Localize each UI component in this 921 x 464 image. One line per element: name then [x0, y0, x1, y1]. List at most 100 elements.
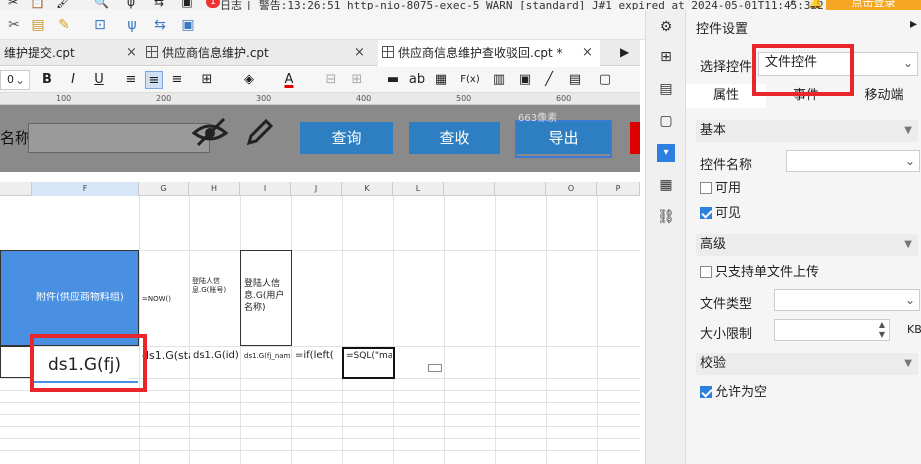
section-advanced[interactable]: 高级 ▼	[696, 234, 918, 256]
close-icon[interactable]: ×	[126, 40, 137, 66]
bold-button[interactable]: B	[38, 71, 56, 89]
insert-row-icon[interactable]: ▬	[384, 71, 402, 89]
border-icon[interactable]: ⊞	[198, 71, 216, 89]
login-username-cell[interactable]: 登陆人信息.G(用户名称)	[244, 278, 290, 314]
column-header-cell[interactable]: J	[291, 182, 342, 196]
panel-close-icon[interactable]: ▸	[910, 16, 917, 32]
cell-attr-icon[interactable]: ▤	[657, 80, 675, 98]
paste-tool-icon[interactable]: ▤	[30, 17, 46, 33]
column-header-cell[interactable]: H	[189, 182, 240, 196]
close-icon[interactable]: ×	[354, 40, 365, 66]
cut-icon[interactable]: ✂	[6, 0, 20, 8]
tab-supplier-maintain[interactable]: 供应商信息维护.cpt ×	[142, 40, 372, 66]
text-color-button[interactable]: A	[280, 71, 298, 89]
section-basic[interactable]: 基本 ▼	[696, 120, 918, 142]
merge-icon[interactable]: ⊟	[322, 71, 340, 89]
widget-panel-icon[interactable]: ⊞	[657, 48, 675, 66]
format-painter-icon[interactable]: ✎	[56, 17, 72, 33]
subreport-icon[interactable]: ▤	[566, 71, 584, 89]
query-button[interactable]: 查询	[300, 122, 393, 154]
plugin-icon[interactable]: ψ	[124, 0, 138, 8]
control-name-input[interactable]: ⌄	[786, 150, 920, 172]
formula-button[interactable]: F(x)	[458, 71, 482, 89]
login-account-cell[interactable]: 登陆人信息.G(账号)	[192, 277, 238, 295]
align-left-icon[interactable]: ≡	[122, 71, 140, 89]
name-input[interactable]	[28, 123, 210, 153]
slash-icon[interactable]: ╱	[540, 71, 558, 89]
picture-icon[interactable]: ▣	[516, 71, 534, 89]
column-header-cell[interactable]: F	[32, 182, 139, 196]
column-header-cell[interactable]: I	[240, 182, 291, 196]
split-icon[interactable]: ⊞	[348, 71, 366, 89]
image-icon[interactable]: ▣	[180, 17, 196, 33]
tab-mobile[interactable]: 移动端	[846, 84, 921, 108]
visible-checkbox[interactable]: 可见	[700, 207, 741, 221]
column-header-cell[interactable]	[444, 182, 495, 196]
column-header-cell[interactable]: O	[546, 182, 597, 196]
more-insert-icon[interactable]: ▢	[596, 71, 614, 89]
if-cell[interactable]: =if(left(	[295, 350, 341, 362]
close-icon[interactable]: ×	[582, 40, 593, 66]
style-icon[interactable]: ▦	[657, 176, 675, 194]
panel-title: 控件设置	[696, 22, 749, 37]
exchange-icon[interactable]: ⇆	[152, 17, 168, 33]
underline-button[interactable]: U	[90, 71, 108, 89]
frame-icon[interactable]: ▢	[657, 112, 675, 130]
italic-button[interactable]: I	[64, 71, 82, 89]
report-grid[interactable]: F G H I J K L O P 附件(供应商物料组) =NOW() 登陆人信…	[0, 182, 640, 464]
allow-empty-checkbox[interactable]: 允许为空	[700, 386, 767, 400]
notification-badge[interactable]: 1	[206, 0, 220, 8]
red-button[interactable]	[630, 122, 640, 154]
single-upload-checkbox[interactable]: 只支持单文件上传	[700, 266, 819, 280]
ruler-mark: 600	[556, 94, 572, 103]
align-right-icon[interactable]: ≡	[168, 71, 186, 89]
tab-maintain-submit[interactable]: 维护提交.cpt ×	[0, 40, 140, 66]
header-cell[interactable]: 附件(供应商物料组)	[36, 292, 140, 304]
file-type-dropdown[interactable]: ⌄	[774, 289, 920, 311]
tab-list-icon[interactable]: ▶	[620, 45, 629, 59]
swap-icon[interactable]: ⇆	[152, 0, 166, 8]
cell-widget-icon[interactable]	[428, 364, 442, 372]
text-button[interactable]: ab	[408, 71, 426, 89]
now-cell[interactable]: =NOW()	[142, 295, 188, 304]
insert-cell-icon[interactable]: ▦	[432, 71, 450, 89]
usable-checkbox[interactable]: 可用	[700, 182, 741, 196]
file-type-label: 文件类型	[700, 297, 753, 312]
section-validate[interactable]: 校验 ▼	[696, 353, 918, 375]
sql-cell[interactable]: =SQL("materia	[346, 350, 392, 362]
bell-icon[interactable]: 🔔	[808, 0, 823, 8]
login-button[interactable]: 点击登录	[826, 0, 921, 10]
pencil-icon[interactable]	[243, 117, 275, 149]
eye-off-icon[interactable]	[190, 115, 230, 149]
align-center-icon[interactable]: ≡	[145, 71, 163, 89]
font-size-select[interactable]: 0 ⌄	[0, 70, 30, 90]
column-header-cell[interactable]: K	[342, 182, 393, 196]
column-header-cell[interactable]: P	[597, 182, 640, 196]
receive-button[interactable]: 查收	[409, 122, 500, 154]
brush-icon[interactable]: 🖌	[56, 0, 71, 8]
column-header-cell[interactable]	[0, 182, 32, 196]
report-file-icon	[146, 46, 158, 58]
size-limit-input[interactable]: ▲ ▼	[774, 319, 890, 341]
paste-icon[interactable]: 📋	[30, 0, 45, 8]
search-icon[interactable]: ⌕	[786, 0, 800, 8]
preview-icon[interactable]: 🔍	[94, 0, 109, 8]
cut-tool-icon[interactable]: ✂	[6, 17, 22, 33]
preview-tool-icon[interactable]: ⊡	[92, 17, 108, 33]
connector-icon[interactable]: ψ	[124, 17, 140, 33]
fill-color-icon[interactable]: ◈	[240, 71, 258, 89]
settings-icon[interactable]: ⚙	[657, 18, 675, 36]
control-settings-icon[interactable]: ▾	[657, 144, 675, 162]
column-header-cell[interactable]: L	[393, 182, 444, 196]
state-cell[interactable]: ds1.G(state)	[142, 350, 190, 362]
column-header-cell[interactable]	[495, 182, 546, 196]
id-cell[interactable]: ds1.G(id)	[193, 350, 241, 362]
ruler-mark: 500	[456, 94, 472, 103]
link-icon[interactable]: ⛓	[657, 208, 675, 226]
fj-name-cell[interactable]: ds1.G(fj_name)	[244, 352, 290, 361]
photo-icon[interactable]: ▣	[180, 0, 194, 8]
column-header-cell[interactable]: G	[139, 182, 189, 196]
tab-supplier-receive-reject[interactable]: 供应商信息维护查收驳回.cpt * ×	[378, 40, 600, 66]
chart-icon[interactable]: ▥	[490, 71, 508, 89]
control-name-label: 控件名称	[700, 158, 753, 173]
